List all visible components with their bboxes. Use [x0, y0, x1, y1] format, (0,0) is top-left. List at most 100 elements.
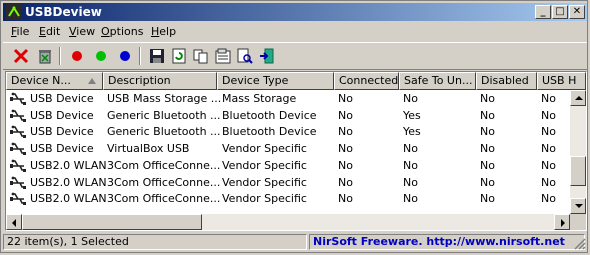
table-cell: No: [403, 158, 418, 172]
toolbar: [3, 42, 587, 70]
table-cell: No: [480, 175, 495, 189]
refresh-button[interactable]: [169, 46, 189, 66]
table-cell: Yes: [403, 108, 421, 122]
column-header-description[interactable]: Description: [103, 72, 217, 90]
menu-view[interactable]: View: [69, 25, 95, 39]
table-cell: Mass Storage: [222, 92, 297, 105]
red-dot-icon: [72, 51, 82, 61]
table-cell: No: [338, 192, 353, 206]
status-bar: 22 item(s), 1 Selected NirSoft Freeware.…: [3, 233, 587, 251]
table-row[interactable]: USB2.0 WLAN 3Com OfficeConne... Vendor Spe…: [6, 191, 569, 207]
column-header-label: USB H: [542, 74, 577, 87]
column-header-label: Device N...: [11, 74, 71, 87]
menu-help[interactable]: Help: [151, 25, 176, 39]
table-cell: No: [480, 125, 495, 139]
table-cell: No: [403, 175, 418, 189]
usb-device-icon: [10, 176, 26, 189]
table-cell: No: [541, 142, 556, 156]
column-header-usb-hub[interactable]: USB H: [537, 72, 586, 90]
table-row[interactable]: USB2.0 WLAN 3Com OfficeConne... Vendor Spe…: [6, 158, 569, 174]
properties-button[interactable]: [213, 46, 233, 66]
horizontal-scrollbar[interactable]: [6, 214, 570, 230]
table-cell: USB Device: [30, 108, 94, 122]
usb-device-icon: [10, 159, 26, 172]
exit-button[interactable]: [257, 46, 277, 66]
scroll-right-button[interactable]: [554, 214, 570, 230]
save-button[interactable]: [147, 46, 167, 66]
arrow-right-icon: [561, 219, 565, 227]
copy-button[interactable]: [191, 46, 211, 66]
blue-dot-icon: [120, 51, 130, 61]
table-cell: USB Device: [30, 142, 94, 156]
minimize-button[interactable]: _: [535, 5, 551, 19]
table-row[interactable]: USB Device USB Mass Storage ... Mass Stora…: [6, 91, 569, 107]
disconnect-icon: [13, 48, 29, 64]
table-cell: Vendor Specific: [222, 175, 307, 189]
table-cell: Vendor Specific: [222, 158, 307, 172]
column-header-safe-to-unplug[interactable]: Safe To Un...: [399, 72, 476, 90]
menu-edit[interactable]: Edit: [39, 25, 60, 39]
disconnect-button[interactable]: [11, 46, 31, 66]
table-cell: Vendor Specific: [222, 142, 307, 156]
table-cell: USB Device: [30, 125, 94, 139]
usb-device-icon: [10, 125, 26, 139]
table-cell: Bluetooth Device: [222, 125, 317, 139]
table-cell: Bluetooth Device: [222, 108, 317, 122]
table-row[interactable]: USB Device Generic Bluetooth ... Bluetooth…: [6, 124, 569, 140]
table-cell: No: [480, 158, 495, 172]
menu-bar: File Edit View Options Help: [3, 23, 587, 41]
window-title: USBDeview: [25, 5, 102, 19]
column-header-device-type[interactable]: Device Type: [217, 72, 334, 90]
scrollbar-corner: [570, 214, 586, 230]
scroll-left-button[interactable]: [6, 214, 22, 230]
usb-device-icon: [10, 92, 26, 105]
table-row[interactable]: USB Device VirtualBox USB Vendor Specific N…: [6, 141, 569, 157]
table-cell: No: [338, 125, 353, 139]
scroll-down-button[interactable]: [570, 198, 586, 214]
scroll-up-button[interactable]: [570, 90, 586, 106]
close-button[interactable]: ✕: [569, 5, 585, 19]
find-icon: [237, 48, 253, 64]
table-cell: No: [403, 192, 418, 206]
table-cell: No: [541, 125, 556, 139]
column-header-label: Connected: [339, 74, 399, 87]
uninstall-icon: [39, 50, 51, 64]
column-header-label: Safe To Un...: [404, 74, 473, 87]
usb-device-icon: [10, 142, 26, 156]
table-cell: USB2.0 WLAN: [30, 158, 107, 172]
table-cell: USB2.0 WLAN: [30, 192, 107, 206]
table-cell: No: [541, 92, 556, 105]
table-cell: No: [338, 142, 353, 156]
uninstall-button[interactable]: [35, 46, 55, 66]
table-cell: Generic Bluetooth ...: [107, 125, 221, 139]
maximize-button[interactable]: □: [552, 5, 568, 19]
horizontal-scroll-thumb[interactable]: [22, 214, 202, 230]
menu-file[interactable]: File: [11, 25, 29, 39]
green-dot-button[interactable]: [91, 46, 111, 66]
column-header-device-name[interactable]: Device N...: [6, 72, 103, 90]
table-row[interactable]: USB2.0 WLAN 3Com OfficeConne... Vendor Spe…: [6, 175, 569, 191]
title-bar[interactable]: USBDeview _ □ ✕: [3, 3, 587, 21]
blue-dot-button[interactable]: [115, 46, 135, 66]
properties-icon: [215, 48, 231, 64]
table-cell: No: [338, 175, 353, 189]
list-header: Device N... Description Device Type Conn…: [6, 72, 586, 90]
device-list[interactable]: Device N... Description Device Type Conn…: [5, 71, 587, 231]
find-button[interactable]: [235, 46, 255, 66]
table-row[interactable]: USB Device Generic Bluetooth ... Bluetooth…: [6, 108, 569, 124]
vertical-scrollbar[interactable]: [570, 90, 586, 214]
table-cell: 3Com OfficeConne...: [107, 175, 221, 189]
resize-grip-icon[interactable]: [574, 238, 586, 250]
column-header-disabled[interactable]: Disabled: [476, 72, 537, 90]
red-dot-button[interactable]: [67, 46, 87, 66]
table-cell: Yes: [403, 125, 421, 139]
table-cell: USB Mass Storage ...: [107, 92, 222, 105]
status-item-count: 22 item(s), 1 Selected: [3, 234, 307, 250]
save-icon: [150, 49, 164, 63]
column-header-connected[interactable]: Connected: [334, 72, 399, 90]
usb-device-icon: [10, 109, 26, 122]
menu-options[interactable]: Options: [101, 25, 143, 39]
vertical-scroll-thumb[interactable]: [570, 156, 586, 186]
table-cell: No: [338, 92, 353, 105]
nirsoft-link[interactable]: NirSoft Freeware. http://www.nirsoft.net: [309, 234, 585, 250]
